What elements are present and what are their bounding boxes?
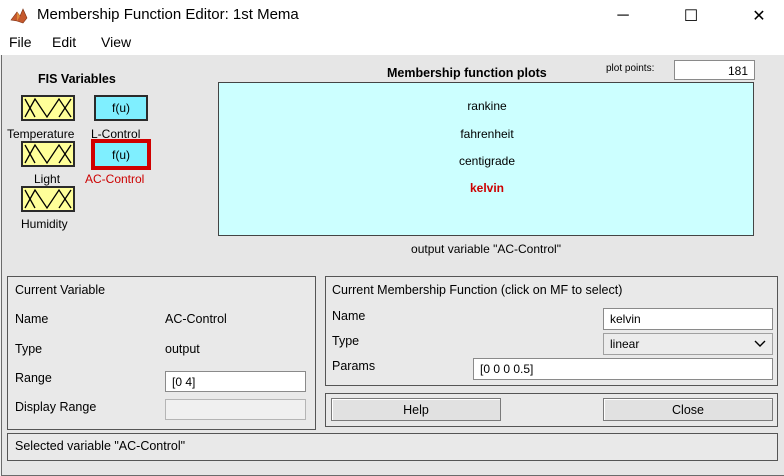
display-range-input[interactable] <box>165 399 306 420</box>
matlab-app-icon <box>10 8 28 24</box>
fis-input-temperature[interactable] <box>21 95 75 121</box>
maximize-button[interactable]: ☐ <box>668 0 714 31</box>
close-window-button[interactable]: ✕ <box>736 0 782 31</box>
variable-type-value: output <box>165 342 200 356</box>
status-text: Selected variable "AC-Control" <box>15 439 186 453</box>
fu-label: f(u) <box>112 101 130 115</box>
menu-edit[interactable]: Edit <box>52 34 76 50</box>
mf-shape-icon <box>24 97 72 119</box>
fis-output-ac-control[interactable]: f(u) <box>91 139 151 170</box>
mf-type-label: Type <box>332 334 360 348</box>
range-input[interactable]: [0 4] <box>165 371 306 392</box>
menu-view[interactable]: View <box>101 34 131 50</box>
mf-type-select[interactable]: linear <box>603 333 773 355</box>
variable-type-label: Type <box>15 342 43 356</box>
minimize-button[interactable]: ─ <box>600 0 646 31</box>
plot-points-label: plot points: <box>606 63 655 74</box>
plot-caption: output variable "AC-Control" <box>411 242 561 256</box>
current-variable-title: Current Variable <box>15 283 106 297</box>
mf-shape-icon <box>24 188 72 210</box>
fis-input-humidity-label: Humidity <box>21 217 68 231</box>
mf-shape-icon <box>24 143 72 165</box>
mf-params-label: Params <box>332 359 376 373</box>
mf-name-centigrade[interactable]: centigrade <box>219 154 755 168</box>
window-title: Membership Function Editor: 1st Mema <box>37 6 299 23</box>
mf-name-label: Name <box>332 309 366 323</box>
mf-name-fahrenheit[interactable]: fahrenheit <box>219 127 755 141</box>
fu-label: f(u) <box>112 147 130 162</box>
close-button[interactable]: Close <box>603 398 773 421</box>
title-bar: Membership Function Editor: 1st Mema ─ ☐… <box>0 0 784 31</box>
variable-name-value: AC-Control <box>165 312 227 326</box>
fis-input-humidity[interactable] <box>21 186 75 212</box>
help-button[interactable]: Help <box>331 398 501 421</box>
variable-name-label: Name <box>15 312 49 326</box>
fis-variables-heading: FIS Variables <box>38 72 116 86</box>
close-icon: ✕ <box>752 7 766 25</box>
minimize-icon: ─ <box>617 6 629 24</box>
range-label: Range <box>15 371 52 385</box>
menu-file[interactable]: File <box>9 34 32 50</box>
current-mf-title: Current Membership Function (click on MF… <box>332 283 623 297</box>
maximize-icon: ☐ <box>683 7 699 25</box>
menu-bar: File Edit View <box>0 31 784 55</box>
fis-output-l-control[interactable]: f(u) <box>94 95 148 121</box>
chevron-down-icon <box>754 340 766 347</box>
mf-plots-title: Membership function plots <box>387 66 547 80</box>
fis-output-ac-control-label: AC-Control <box>85 172 145 186</box>
mf-name-kelvin[interactable]: kelvin <box>219 181 755 195</box>
mf-name-input[interactable]: kelvin <box>603 308 773 330</box>
mf-type-value: linear <box>610 337 640 351</box>
mf-params-input[interactable]: [0 0 0 0.5] <box>473 358 773 380</box>
fis-input-temperature-label: Temperature <box>7 127 75 141</box>
mf-plot-area[interactable]: rankine fahrenheit centigrade kelvin <box>218 82 754 236</box>
mf-name-rankine[interactable]: rankine <box>219 99 755 113</box>
plot-points-input[interactable]: 181 <box>674 60 755 80</box>
fis-input-light[interactable] <box>21 141 75 167</box>
display-range-label: Display Range <box>15 400 97 414</box>
fis-input-light-label: Light <box>34 172 61 186</box>
